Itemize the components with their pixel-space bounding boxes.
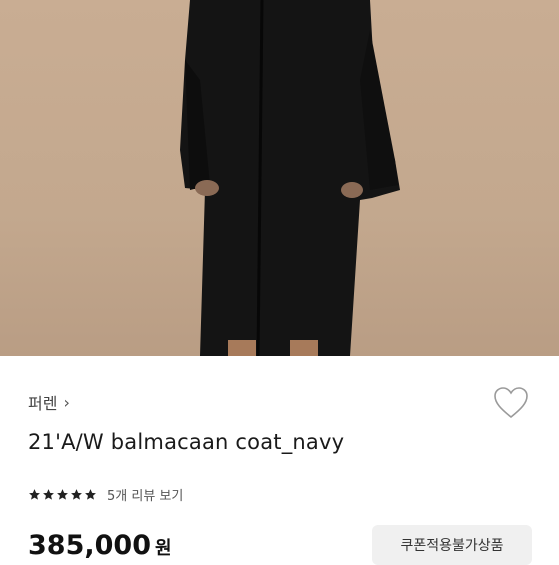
rating-row: 5개 리뷰 보기 — [28, 485, 183, 504]
product-image[interactable] — [0, 0, 559, 356]
chevron-right-icon: › — [63, 392, 70, 412]
coat-photo — [180, 0, 400, 356]
price-currency: 원 — [154, 538, 172, 559]
heart-icon[interactable] — [493, 386, 529, 420]
star-icon — [29, 489, 40, 500]
star-icon — [43, 489, 54, 500]
star-icon — [85, 489, 96, 500]
star-icon — [57, 489, 68, 500]
review-link[interactable]: 5개 리뷰 보기 — [107, 485, 183, 504]
star-rating — [28, 488, 97, 501]
star-icon — [71, 489, 82, 500]
brand-name: 퍼렌 — [28, 394, 58, 413]
price: 385,000 원 — [28, 530, 172, 561]
coupon-badge: 쿠폰적용불가상품 — [372, 525, 532, 565]
price-value: 385,000 — [28, 530, 151, 561]
brand-link[interactable]: 퍼렌 › — [28, 390, 70, 414]
product-title: 21'A/W balmacaan coat_navy — [28, 430, 345, 454]
